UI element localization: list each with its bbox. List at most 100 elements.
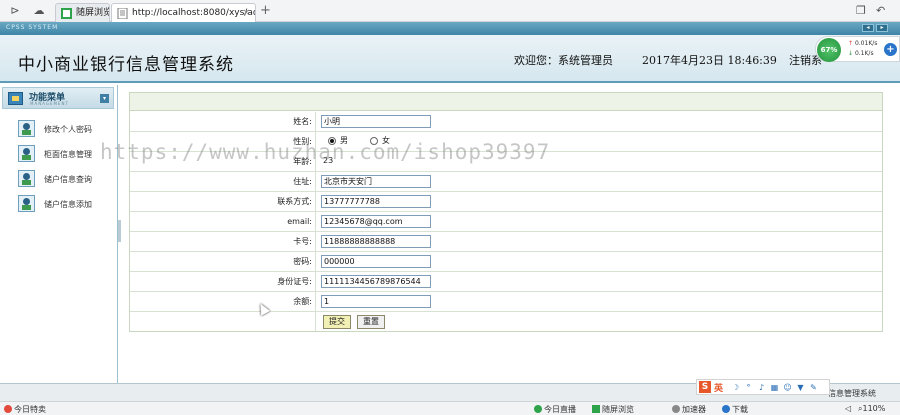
balance-input[interactable]: 1 [321,295,431,308]
age-label: 年龄: [130,152,316,171]
app-top-strip: CPSS SYSTEM ◂ ▸ [0,22,900,35]
status-live-label: 今日直播 [544,405,576,414]
user-icon [18,120,35,137]
user-icon[interactable]: ☺ [783,383,792,392]
browser-status-bar: 今日特卖 今日直播 随屏浏览 加速器 下载 ◁ ⌕110% [0,401,900,415]
strip-next-icon[interactable]: ▸ [876,24,888,32]
name-input[interactable]: 小明 [321,115,431,128]
status-accelerator-label: 加速器 [682,405,706,414]
speed-percent: 67% [817,38,841,62]
contact-input[interactable]: 13777777788 [321,195,431,208]
sogou-logo-icon: S [699,381,711,393]
ime-language[interactable]: 英 [714,381,723,394]
tab-label: http://localhost:8080/xys/adn [132,8,256,18]
name-label: 姓名: [130,112,316,131]
app-header: 中小商业银行信息管理系统 欢迎您：系统管理员 2017年4月23日 18:46:… [0,35,900,83]
microphone-icon[interactable]: ♪ [757,383,766,392]
form-row-card: 卡号: 11888888888888 [130,232,882,252]
form-row-actions: 提交 重置 [130,312,882,332]
status-today-sale[interactable]: 今日特卖 [4,404,46,415]
tab-screen-browse[interactable]: 随屏浏览 [55,3,110,22]
punctuation-icon[interactable]: ° [744,383,753,392]
sidebar-item-counter-info[interactable]: 柜面信息管理 [18,145,113,163]
password-label: 密码: [130,252,316,271]
password-input[interactable]: 000000 [321,255,431,268]
browser-tabbar: ⊳ ☁ 随屏浏览 http://localhost:8080/xys/adn ×… [0,0,900,22]
close-icon[interactable]: × [242,4,250,22]
user-icon [18,195,35,212]
sidebar-menu-header: 功能菜单 MANAGEMENT ▾ [2,87,114,109]
submit-button[interactable]: 提交 [323,315,351,329]
status-download[interactable]: 下载 [722,404,748,415]
idcard-input[interactable]: 1111134456789876544 [321,275,431,288]
email-label: email: [130,212,316,231]
ime-toolbar[interactable]: S 英 ☽ ° ♪ ▦ ☺ ▼ ✎ [696,379,830,395]
moon-icon[interactable]: ☽ [731,383,740,392]
status-screen-browse[interactable]: 随屏浏览 [592,404,634,415]
sidebar-item-label: 储户信息添加 [44,200,92,209]
form-row-balance: 余额: 1 [130,292,882,312]
new-tab-button[interactable]: + [260,3,271,19]
green-square-icon [61,8,72,19]
sidebar-item-change-password[interactable]: 修改个人密码 [18,120,113,138]
reset-button[interactable]: 重置 [357,315,385,329]
undo-icon[interactable]: ↶ [876,4,885,17]
zoom-level[interactable]: ⌕110% [858,404,885,414]
depositor-form: 姓名: 小明 性别: 男 女 年龄: 23 住址: 北京市天安门 联系方式: 1… [129,92,883,332]
age-value: 23 [323,156,334,165]
form-row-gender: 性别: 男 女 [130,132,882,152]
sidebar-item-label: 储户信息查询 [44,175,92,184]
user-icon [18,170,35,187]
form-row-contact: 联系方式: 13777777788 [130,192,882,212]
form-header [130,93,882,111]
page-icon [117,8,128,19]
sidebar-item-depositor-add[interactable]: 储户信息添加 [18,195,113,213]
gender-label: 性别: [130,132,316,151]
restore-window-icon[interactable]: ❐ [856,4,866,17]
gender-male-radio[interactable] [328,137,336,145]
card-label: 卡号: [130,232,316,251]
play-icon [534,405,542,413]
datetime-text: 2017年4月23日 18:46:39 [642,54,777,67]
gender-female-radio[interactable] [370,137,378,145]
idcard-label: 身份证号: [130,272,316,291]
shirt-icon[interactable]: ▼ [796,383,805,392]
download-speed: ↓ 0.1K/s [848,50,874,57]
plus-icon[interactable]: + [884,43,897,56]
sidebar-toggle-icon[interactable]: ⊳ [8,4,22,18]
address-input[interactable]: 北京市天安门 [321,175,431,188]
keyboard-icon[interactable]: ▦ [770,383,779,392]
arrow-up-icon: ↑ [848,40,854,47]
tab-localhost[interactable]: http://localhost:8080/xys/adn × [111,3,256,22]
cloud-icon[interactable]: ☁ [32,4,46,18]
collapse-icon[interactable]: ▾ [100,94,109,103]
welcome-text: 欢迎您：系统管理员 [514,54,613,67]
strip-prev-icon[interactable]: ◂ [862,24,874,32]
menu-icon [8,92,23,105]
status-live[interactable]: 今日直播 [534,404,576,415]
gender-male-label: 男 [340,136,348,145]
sidebar: 功能菜单 MANAGEMENT ▾ 修改个人密码 柜面信息管理 储户信息查询 储… [0,85,118,383]
card-input[interactable]: 11888888888888 [321,235,431,248]
sidebar-item-label: 柜面信息管理 [44,150,92,159]
green-square-icon [592,405,600,413]
actions-label-cell [130,312,316,331]
download-icon [722,405,730,413]
gender-female-label: 女 [382,136,390,145]
main-content: 姓名: 小明 性别: 男 女 年龄: 23 住址: 北京市天安门 联系方式: 1… [121,85,900,383]
zoom-value: 110% [862,404,886,413]
tab-label: 随屏浏览 [76,8,110,18]
sidebar-item-depositor-query[interactable]: 储户信息查询 [18,170,113,188]
status-download-label: 下载 [732,405,748,414]
email-input[interactable]: 12345678@qq.com [321,215,431,228]
status-accelerator[interactable]: 加速器 [672,404,706,415]
network-speed-widget[interactable]: 67% ↑ 0.01K/s ↓ 0.1K/s + [815,36,900,62]
sale-icon [4,405,12,413]
sound-icon[interactable]: ◁ [845,404,851,413]
strip-label: CPSS SYSTEM [6,24,59,31]
footer-text: 信息管理系统 [828,389,876,398]
sidebar-subtitle: MANAGEMENT [30,101,69,106]
upload-speed: ↑ 0.01K/s [848,40,877,47]
status-screen-browse-label: 随屏浏览 [602,405,634,414]
wrench-icon[interactable]: ✎ [809,383,818,392]
